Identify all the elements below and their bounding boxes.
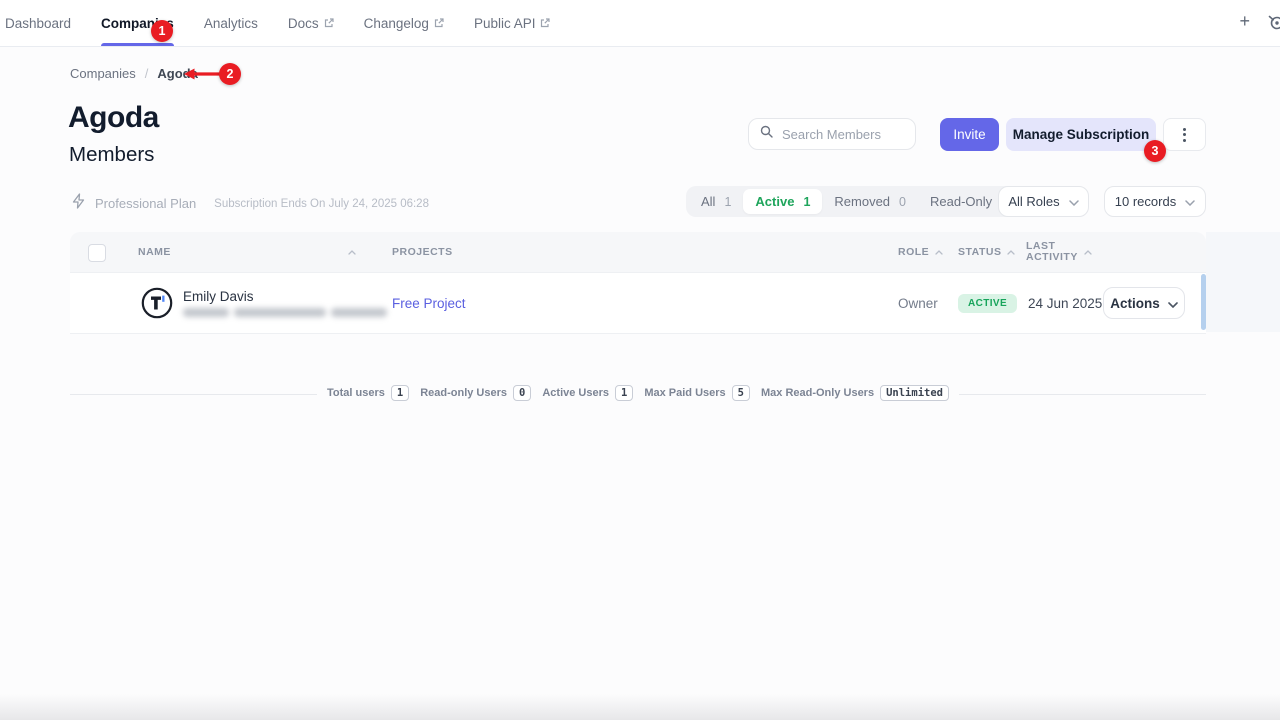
tab-active-count: 1 (803, 195, 810, 209)
external-link-icon (540, 16, 550, 31)
records-per-page-dropdown[interactable]: 10 records (1104, 186, 1206, 217)
stat-max-read-only-users: Max Read-Only Users Unlimited (761, 385, 949, 401)
status-cell: ACTIVE (958, 273, 1017, 333)
nav-label: Docs (288, 16, 319, 31)
nav-item-dashboard[interactable]: Dashboard (5, 0, 71, 46)
stat-total-users: Total users 1 (327, 385, 409, 401)
tab-removed-count: 0 (899, 195, 906, 209)
member-name: Emily Davis (183, 289, 254, 304)
search-icon (760, 125, 773, 143)
tab-all-count: 1 (724, 195, 731, 209)
nav-label: Dashboard (5, 16, 71, 31)
stat-read-only-users: Read-only Users 0 (420, 385, 531, 401)
app-page: Dashboard Companies Analytics Docs Chang… (0, 0, 1280, 720)
tab-all[interactable]: All 1 (689, 189, 743, 214)
annotation-arrow (183, 67, 221, 86)
search-members-input[interactable] (780, 126, 904, 143)
redacted-email (183, 308, 387, 317)
sort-caret-icon (1007, 250, 1015, 255)
project-link[interactable]: Free Project (392, 296, 466, 311)
annotation-badge-2: 2 (219, 63, 241, 85)
chevron-down-icon (1168, 296, 1178, 311)
table-scrollbar[interactable] (1201, 274, 1206, 330)
column-name[interactable]: NAME (138, 232, 171, 272)
page-title: Agoda (68, 101, 159, 135)
kebab-icon (1183, 128, 1186, 131)
column-status[interactable]: STATUS (958, 232, 1015, 272)
actions-button[interactable]: Actions (1103, 287, 1185, 319)
project-cell: Free Project (392, 273, 466, 333)
last-activity-cell: 24 Jun 2025 (1028, 273, 1102, 333)
nav-item-public-api[interactable]: Public API (474, 0, 551, 46)
sort-caret-icon[interactable] (348, 232, 356, 272)
nav-item-analytics[interactable]: Analytics (204, 0, 258, 46)
annotation-badge-3: 3 (1144, 140, 1166, 162)
manage-subscription-button[interactable]: Manage Subscription (1006, 118, 1156, 151)
plan-row: Professional Plan Subscription Ends On J… (71, 193, 429, 214)
role-value: Owner (898, 296, 938, 311)
invite-button[interactable]: Invite (940, 118, 999, 151)
role-cell: Owner (898, 273, 938, 333)
bottom-shadow (0, 694, 1280, 720)
sort-caret-icon (935, 250, 943, 255)
nav-item-changelog[interactable]: Changelog (364, 0, 444, 46)
breadcrumb-companies[interactable]: Companies (70, 66, 136, 81)
nav-label: Analytics (204, 16, 258, 31)
tab-active[interactable]: Active 1 (743, 189, 822, 214)
nav-item-docs[interactable]: Docs (288, 0, 334, 46)
member-name-cell: Emily Davis (183, 273, 387, 333)
breadcrumb-separator: / (145, 66, 149, 81)
nav-label: Public API (474, 16, 536, 31)
magnifier-icon[interactable] (1268, 14, 1280, 35)
column-last-activity[interactable]: LAST ACTIVITY (1026, 232, 1092, 272)
plan-name: Professional Plan (95, 196, 196, 211)
plus-icon[interactable]: + (1239, 11, 1250, 32)
chevron-down-icon (1185, 194, 1195, 209)
external-link-icon (434, 16, 444, 31)
table-row[interactable]: Emily Davis Free Project Owner ACTIVE 24… (70, 272, 1206, 334)
tab-removed[interactable]: Removed 0 (822, 189, 918, 214)
footer-stats: Total users 1 Read-only Users 0 Active U… (317, 385, 959, 401)
nav-label: Changelog (364, 16, 429, 31)
select-all-checkbox[interactable] (88, 244, 106, 262)
external-link-icon (324, 16, 334, 31)
breadcrumb: Companies / Agoda (70, 66, 198, 81)
page-subtitle: Members (69, 143, 154, 167)
bolt-icon (71, 193, 86, 214)
status-filter-tabs: All 1 Active 1 Removed 0 Read-Only 0 (686, 186, 1023, 217)
avatar (141, 287, 173, 319)
chevron-down-icon (1069, 194, 1079, 209)
table-header: NAME PROJECTS ROLE STATUS LAST ACTIVITY (70, 232, 1206, 272)
column-role[interactable]: ROLE (898, 232, 943, 272)
table-scroll-track (1206, 232, 1280, 332)
top-navigation: Dashboard Companies Analytics Docs Chang… (0, 0, 1280, 47)
column-projects[interactable]: PROJECTS (392, 232, 453, 272)
last-activity-value: 24 Jun 2025 (1028, 296, 1102, 311)
members-table: NAME PROJECTS ROLE STATUS LAST ACTIVITY (70, 232, 1206, 334)
stat-active-users: Active Users 1 (542, 385, 633, 401)
more-actions-kebab-button[interactable] (1163, 118, 1206, 151)
annotation-badge-1: 1 (151, 20, 173, 42)
sort-caret-icon (1084, 250, 1092, 255)
status-badge: ACTIVE (958, 294, 1017, 313)
roles-dropdown[interactable]: All Roles (998, 186, 1089, 217)
search-members-box[interactable] (748, 118, 916, 150)
stat-max-paid-users: Max Paid Users 5 (644, 385, 750, 401)
subscription-note: Subscription Ends On July 24, 2025 06:28 (214, 198, 429, 210)
